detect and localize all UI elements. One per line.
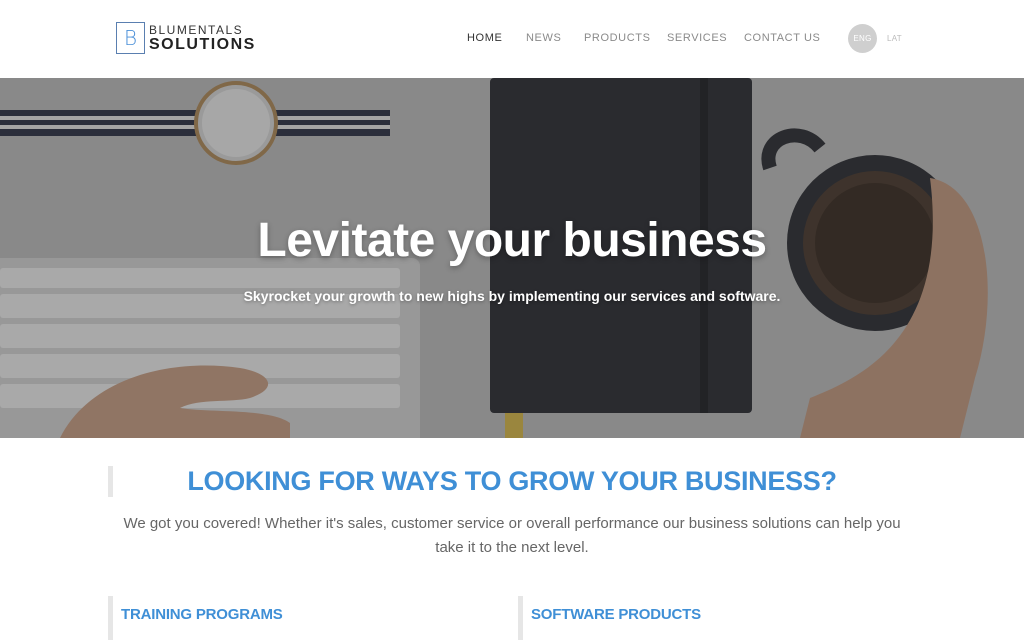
nav-products[interactable]: PRODUCTS: [584, 32, 651, 44]
card-accent-bar: [108, 596, 113, 640]
nav-news[interactable]: NEWS: [526, 32, 561, 44]
nav-services[interactable]: SERVICES: [667, 32, 727, 44]
card-title-software-products[interactable]: SOFTWARE PRODUCTS: [531, 606, 701, 623]
nav-contact-us[interactable]: CONTACT US: [744, 32, 821, 44]
intro-heading: LOOKING FOR WAYS TO GROW YOUR BUSINESS?: [187, 466, 837, 496]
language-eng-button[interactable]: ENG: [848, 24, 877, 53]
card-title-training-programs[interactable]: TRAINING PROGRAMS: [121, 606, 283, 623]
site-header: B BLUMENTALS SOLUTIONS HOME NEWS PRODUCT…: [0, 0, 1024, 78]
hero-title: Levitate your business: [257, 214, 767, 267]
card-accent-bar: [518, 596, 523, 640]
hero-banner: Levitate your business Skyrocket your gr…: [0, 78, 1024, 438]
hero-subtitle: Skyrocket your growth to new highs by im…: [243, 288, 781, 304]
nav-home[interactable]: HOME: [467, 32, 502, 44]
language-lat-button[interactable]: LAT: [887, 34, 902, 43]
intro-text: We got you covered! Whether it's sales, …: [123, 515, 901, 556]
